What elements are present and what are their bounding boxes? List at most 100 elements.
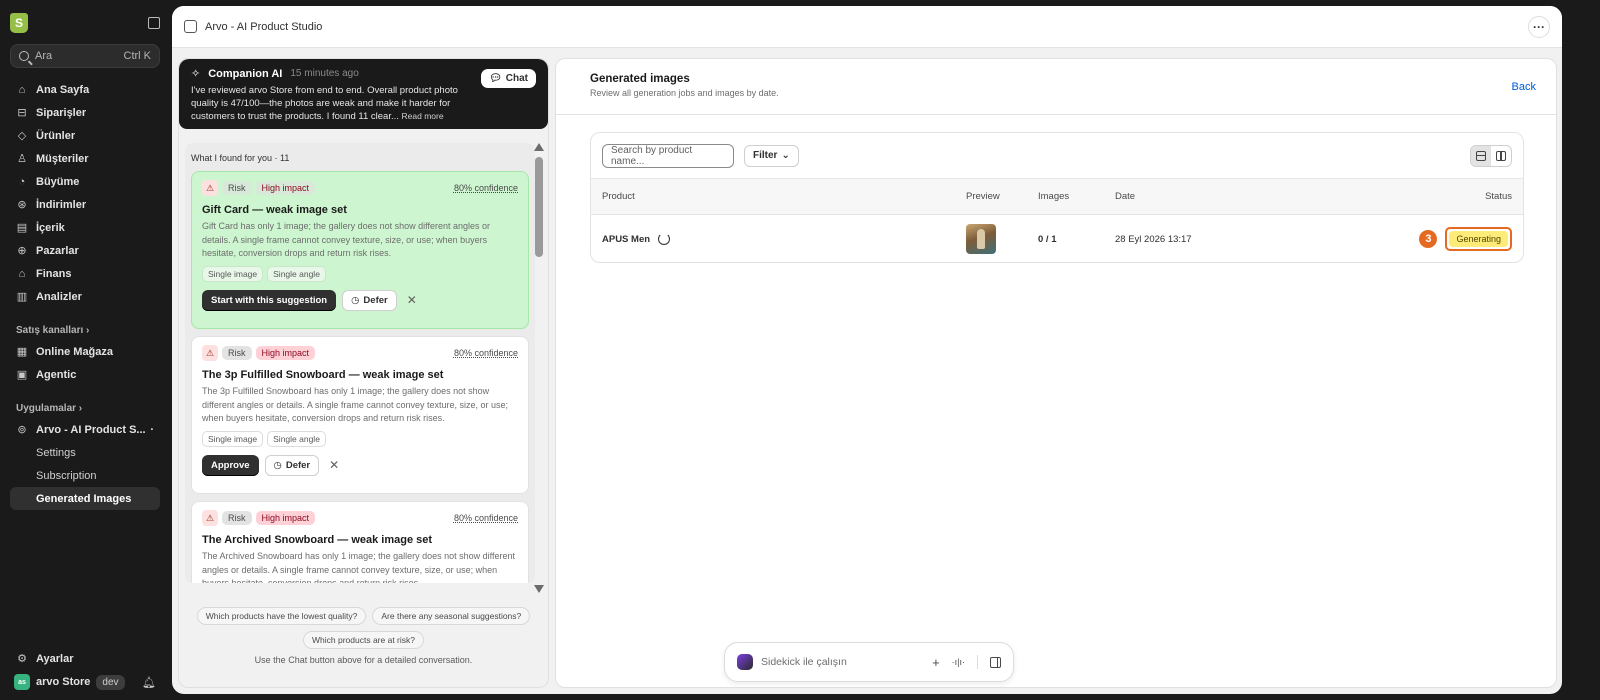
nav-item-markets[interactable]: ⊕ Pazarlar xyxy=(10,239,160,262)
store-icon: ▦ xyxy=(16,346,28,358)
scroll-up-icon[interactable] xyxy=(534,143,544,151)
app-icon: ⊚ xyxy=(17,424,27,436)
defer-button[interactable]: ◷ Defer xyxy=(264,454,320,476)
nav-item-orders[interactable]: ⊟ Siparişler xyxy=(10,101,160,124)
panel-toggle-icon[interactable] xyxy=(990,656,1001,668)
nav-item-analytics[interactable]: ▥ Analizler xyxy=(10,285,160,308)
nav-item-products[interactable]: ◇ Ürünler xyxy=(10,124,160,147)
sidebar-bottom: ⚙ Ayarlar as arvo Store dev 🔔︎ xyxy=(10,647,160,694)
shopify-logo-icon[interactable] xyxy=(10,13,28,33)
chevron-down-icon: ⌄ xyxy=(781,150,790,161)
rows-icon xyxy=(1476,150,1486,161)
defer-label: Defer xyxy=(363,294,388,306)
scroll-down-icon[interactable] xyxy=(534,585,544,593)
sub-item-settings[interactable]: Settings xyxy=(10,441,160,464)
grid-view-button[interactable] xyxy=(1491,146,1511,166)
nav-label: Müşteriler xyxy=(36,152,89,165)
search-icon xyxy=(19,51,29,61)
search-input[interactable]: Ara Ctrl K xyxy=(10,44,160,68)
sales-channels-header[interactable]: Satış kanalları › xyxy=(10,320,160,340)
bar-chart-icon: ▥ xyxy=(16,291,28,303)
nav-item-settings[interactable]: ⚙ Ayarlar xyxy=(10,647,160,670)
gauge-icon: ◔ xyxy=(18,175,26,188)
question-chip[interactable]: Which products are at risk? xyxy=(303,631,424,649)
back-link[interactable]: Back xyxy=(1512,81,1536,93)
approve-button[interactable]: Approve xyxy=(202,454,259,476)
plus-icon[interactable]: + xyxy=(932,655,940,670)
chip: Single image xyxy=(202,265,264,282)
agentic-icon: ▣ xyxy=(16,369,28,381)
discount-icon: ⊛ xyxy=(17,199,27,211)
scroll-thumb[interactable] xyxy=(535,157,543,257)
nav-item-agentic[interactable]: ▣ Agentic xyxy=(10,363,160,386)
suggestions-list: What I found for you · 11 ⚠ Risk High im… xyxy=(185,143,535,583)
nav-label: Ürünler xyxy=(36,129,76,142)
nav-label: Ana Sayfa xyxy=(36,83,90,96)
more-options-button[interactable]: ··· xyxy=(1528,15,1550,38)
jobs-table: Search by product name... Filter ⌄ Produ… xyxy=(590,132,1524,263)
dismiss-icon[interactable]: ✕ xyxy=(329,458,339,472)
store-avatar: as xyxy=(14,674,30,690)
confidence-label[interactable]: 80% confidence xyxy=(454,513,518,523)
sub-item-generated-images[interactable]: Generated Images xyxy=(10,487,160,510)
companion-text: I've reviewed arvo Store from end to end… xyxy=(191,84,471,123)
nav-item-content[interactable]: ▤ İçerik xyxy=(10,216,160,239)
read-more-link[interactable]: Read more xyxy=(402,111,444,121)
start-suggestion-button[interactable]: Start with this suggestion xyxy=(202,289,337,311)
warning-icon: ⚠ xyxy=(202,510,218,526)
confidence-label[interactable]: 80% confidence xyxy=(454,348,518,358)
question-chip[interactable]: Are there any seasonal suggestions? xyxy=(372,607,531,625)
nav-item-online-store[interactable]: ▦ Online Mağaza xyxy=(10,340,160,363)
sidekick-placeholder[interactable]: Sidekick ile çalışın xyxy=(761,656,847,668)
nav-item-finance[interactable]: ⌂ Finans xyxy=(10,262,160,285)
nav-item-growth[interactable]: ◔ Büyüme xyxy=(10,170,160,193)
sidekick-bar[interactable]: Sidekick ile çalışın + ·ı|ı· xyxy=(724,642,1014,682)
bell-icon[interactable]: 🔔︎ xyxy=(142,676,156,689)
section-label: Uygulamalar xyxy=(16,402,77,414)
divider xyxy=(977,655,978,669)
companion-panel: ✧ Companion AI 15 minutes ago I've revie… xyxy=(178,58,549,688)
card-title: The Archived Snowboard — weak image set xyxy=(202,534,433,546)
apps-header[interactable]: Uygulamalar › xyxy=(10,398,160,418)
nav-label: Online Mağaza xyxy=(36,345,114,358)
card-description: The 3p Fulfilled Snowboard has only 1 im… xyxy=(202,386,509,423)
page-title: Generated images xyxy=(590,73,690,85)
nav-item-customers[interactable]: ♙ Müşteriler xyxy=(10,147,160,170)
card-title: Gift Card — weak image set xyxy=(202,204,347,216)
main-nav: ⌂ Ana Sayfa ⊟ Siparişler ◇ Ürünler ♙ Müşteri… xyxy=(10,78,160,308)
table-row[interactable]: APUS Men 0 / 1 28 Eyl 2026 13:17 3 Gener… xyxy=(591,215,1523,263)
dismiss-icon[interactable]: ✕ xyxy=(407,293,417,307)
chip: Single angle xyxy=(267,265,326,282)
app-icon xyxy=(184,20,197,33)
chat-button[interactable]: 💬︎ Chat xyxy=(481,69,536,88)
sidebar-collapse-icon[interactable] xyxy=(148,17,160,29)
list-view-button[interactable] xyxy=(1471,145,1491,166)
app-dot-icon: · xyxy=(150,423,154,436)
nav-item-discounts[interactable]: ⊛ İndirimler xyxy=(10,193,160,216)
product-search-input[interactable]: Search by product name... xyxy=(602,143,734,168)
impact-tag: High impact xyxy=(255,181,316,195)
voice-icon[interactable]: ·ı|ı· xyxy=(952,657,965,667)
clock-icon: ◷ xyxy=(351,294,360,306)
product-name[interactable]: APUS Men xyxy=(602,234,650,245)
nav-item-home[interactable]: ⌂ Ana Sayfa xyxy=(10,78,160,101)
app-topbar: Arvo - AI Product Studio ··· xyxy=(172,6,1562,48)
sub-item-subscription[interactable]: Subscription xyxy=(10,464,160,487)
nav-item-arvo-app[interactable]: ⊚ Arvo - AI Product S... · xyxy=(10,418,160,441)
generated-images-panel: Generated images Review all generation j… xyxy=(555,58,1557,688)
section-label: Satış kanalları xyxy=(16,324,84,336)
impact-tag: High impact xyxy=(255,346,316,360)
step-number-badge: 3 xyxy=(1419,230,1438,248)
suggestions-scrollbar[interactable] xyxy=(534,143,544,593)
sparkle-icon: ✧ xyxy=(191,68,201,80)
loading-spinner-icon xyxy=(658,233,671,245)
store-switcher[interactable]: as arvo Store dev 🔔︎ xyxy=(10,670,160,694)
defer-button[interactable]: ◷ Defer xyxy=(342,289,397,311)
sidebar: Ara Ctrl K ⌂ Ana Sayfa ⊟ Siparişler ◇ Ürünl… xyxy=(0,0,170,700)
filter-button[interactable]: Filter ⌄ xyxy=(744,144,799,167)
columns-icon xyxy=(1496,150,1506,161)
confidence-label[interactable]: 80% confidence xyxy=(454,183,518,193)
preview-thumbnail[interactable] xyxy=(966,224,996,254)
question-chip[interactable]: Which products have the lowest quality? xyxy=(196,607,367,625)
nav-label: Pazarlar xyxy=(36,244,79,257)
